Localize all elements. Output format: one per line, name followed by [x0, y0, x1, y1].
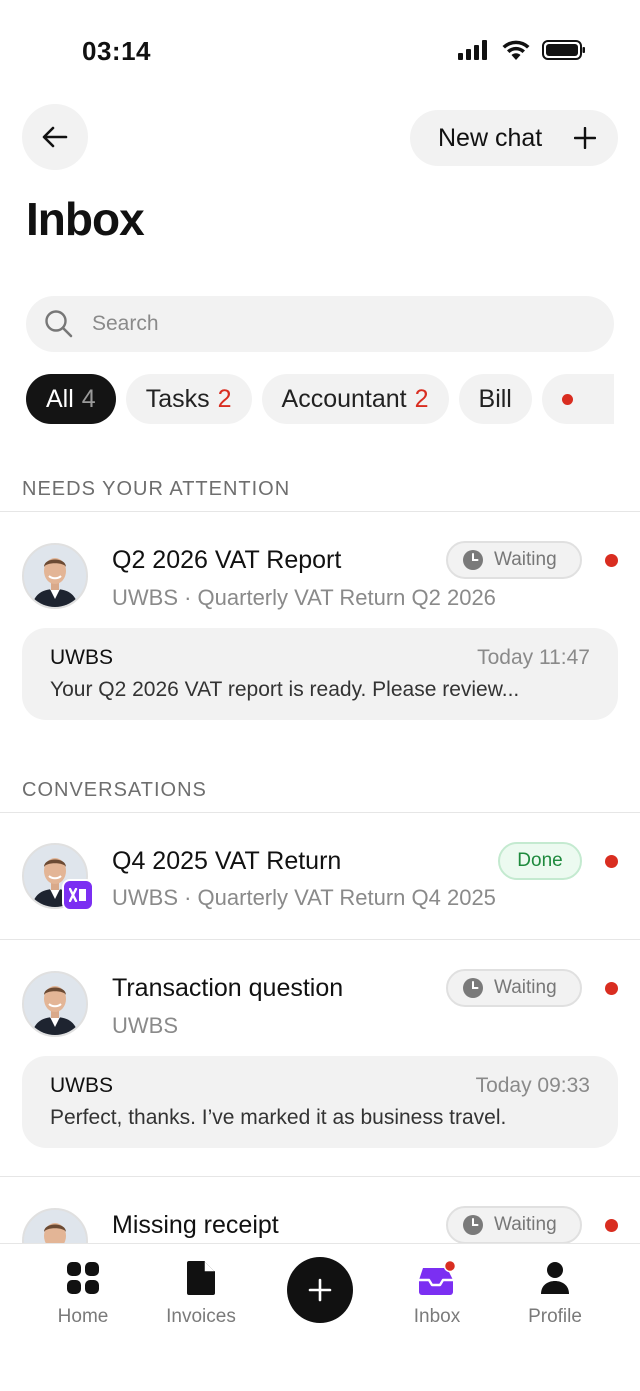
conversation-row-q2-vat-report[interactable]: Q2 2026 VAT Report UWBS · Quarterly VAT …	[0, 512, 640, 732]
bottom-tab-bar: Home Invoices Inbox Profile	[0, 1243, 640, 1391]
status-badge-label: Waiting	[494, 977, 557, 998]
cellular-signal-icon	[458, 40, 487, 60]
back-button[interactable]	[22, 104, 88, 170]
filter-chips: All 4 Tasks 2 Accountant 2 Bill	[26, 374, 614, 426]
unread-dot	[605, 982, 618, 995]
message-preview[interactable]: UWBS Today 09:33 Perfect, thanks. I’ve m…	[22, 1056, 618, 1148]
unread-dot	[605, 1219, 618, 1232]
new-chat-button[interactable]: New chat	[410, 110, 618, 166]
avatar	[22, 543, 88, 609]
row-subtitle: UWBS	[112, 1013, 178, 1038]
person-icon	[541, 1262, 569, 1294]
unread-dot	[605, 855, 618, 868]
status-badge: Waiting	[446, 1206, 582, 1243]
section-label-conversations: CONVERSATIONS	[22, 779, 207, 801]
clock-icon	[463, 550, 483, 570]
filter-chip-tasks[interactable]: Tasks 2	[125, 374, 252, 424]
filter-chip-unread[interactable]	[541, 374, 614, 424]
row-title: Q2 2026 VAT Report	[112, 546, 342, 574]
chip-count: 4	[81, 384, 96, 413]
status-badge-label: Waiting	[494, 549, 557, 570]
conversation-row-transaction-question[interactable]: Transaction question UWBS Waiting UWBS T…	[0, 940, 640, 1176]
preview-text: Your Q2 2026 VAT report is ready. Please…	[50, 678, 520, 701]
new-chat-label: New chat	[438, 123, 543, 152]
person-avatar-icon	[24, 973, 86, 1035]
chip-label: Accountant	[281, 384, 407, 413]
section-label-attention: NEEDS YOUR ATTENTION	[22, 478, 291, 500]
tab-label: Inbox	[413, 1306, 461, 1327]
tab-inbox[interactable]: Inbox	[382, 1258, 492, 1328]
row-title: Q4 2025 VAT Return	[112, 847, 342, 875]
filter-chip-accountant[interactable]: Accountant 2	[261, 374, 449, 424]
search-placeholder: Search	[92, 312, 159, 335]
chip-label: Bill	[478, 384, 512, 413]
wifi-icon	[502, 40, 530, 60]
message-preview[interactable]: UWBS Today 11:47 Your Q2 2026 VAT report…	[22, 628, 618, 720]
arrow-left-icon	[42, 126, 68, 148]
tab-label: Home	[57, 1306, 109, 1327]
add-button[interactable]	[287, 1257, 353, 1323]
chip-label: Tasks	[145, 384, 210, 413]
status-badge-label: Done	[517, 850, 563, 871]
status-time: 03:14	[82, 36, 151, 66]
status-badge: Waiting	[446, 969, 582, 1007]
preview-text: Perfect, thanks. I’ve marked it as busin…	[50, 1106, 507, 1129]
row-subtitle: UWBS · Quarterly VAT Return Q4 2025	[112, 885, 496, 910]
app-logo-badge-icon	[62, 879, 94, 911]
filter-chip-bill[interactable]: Bill	[458, 374, 532, 424]
person-avatar-icon	[24, 1210, 86, 1243]
preview-time: Today 11:47	[477, 646, 590, 669]
clock-icon	[463, 978, 483, 998]
unread-dot	[605, 554, 618, 567]
status-badge-label: Waiting	[494, 1214, 557, 1235]
conversation-row-missing-receipt[interactable]: Missing receipt Waiting	[0, 1177, 640, 1243]
filter-chip-all[interactable]: All 4	[26, 374, 116, 424]
status-bar: 03:14	[0, 0, 640, 100]
preview-sender: UWBS	[50, 1074, 113, 1097]
chip-label: All	[46, 384, 74, 413]
tab-home[interactable]: Home	[28, 1258, 138, 1328]
row-title: Transaction question	[112, 974, 344, 1002]
document-icon	[187, 1261, 215, 1295]
search-icon	[45, 310, 73, 338]
grid-home-icon	[67, 1262, 99, 1294]
tab-profile[interactable]: Profile	[500, 1258, 610, 1328]
status-badge: Done	[498, 842, 582, 880]
page-title: Inbox	[26, 193, 145, 245]
status-badge: Waiting	[446, 541, 582, 579]
battery-icon	[542, 40, 585, 60]
avatar	[22, 1208, 88, 1243]
plus-icon	[308, 1278, 332, 1302]
clock-icon	[463, 1215, 483, 1235]
chip-count: 2	[414, 384, 429, 413]
plus-icon	[574, 127, 596, 149]
row-subtitle: UWBS · Quarterly VAT Return Q2 2026	[112, 585, 496, 610]
tab-invoices[interactable]: Invoices	[146, 1258, 256, 1328]
conversation-row-q4-vat-return[interactable]: Q4 2025 VAT Return UWBS · Quarterly VAT …	[0, 813, 640, 939]
status-icons	[458, 40, 586, 60]
preview-time: Today 09:33	[475, 1074, 590, 1097]
row-title: Missing receipt	[112, 1211, 279, 1239]
search-input[interactable]: Search	[26, 296, 614, 352]
inbox-tray-icon	[419, 1260, 457, 1295]
person-avatar-icon	[24, 545, 86, 607]
tab-label: Profile	[528, 1306, 582, 1327]
unread-dot-icon	[561, 393, 573, 405]
avatar	[22, 971, 88, 1037]
preview-sender: UWBS	[50, 646, 113, 669]
tab-label: Invoices	[166, 1306, 236, 1327]
chip-count: 2	[217, 384, 232, 413]
